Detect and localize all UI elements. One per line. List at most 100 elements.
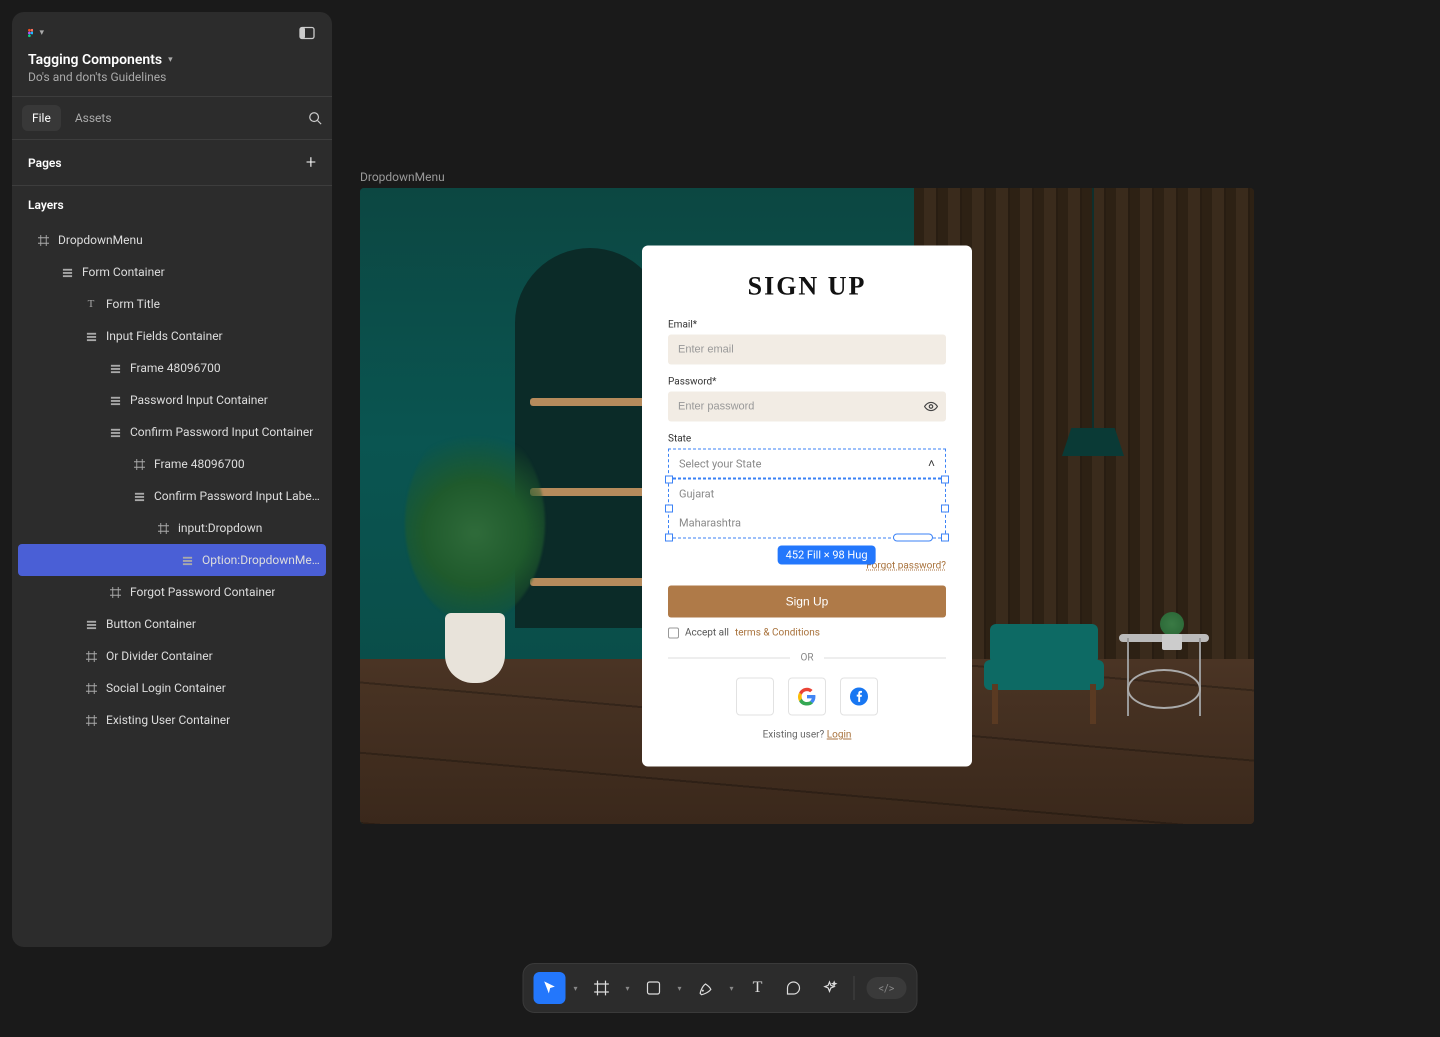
canvas-area[interactable]: DropdownMenu SIGN UP Email* Password* St…: [360, 170, 1400, 824]
comment-tool[interactable]: [778, 972, 810, 1004]
pen-tool[interactable]: [690, 972, 722, 1004]
frame-tool[interactable]: [586, 972, 618, 1004]
email-input[interactable]: [668, 335, 946, 365]
google-login-button[interactable]: [788, 678, 826, 716]
layer-item[interactable]: Frame 48096700: [12, 352, 332, 384]
selection-handle[interactable]: [665, 476, 673, 484]
pages-heading[interactable]: Pages: [28, 156, 62, 170]
selection-handle[interactable]: [941, 534, 949, 542]
autolayout-icon: [132, 491, 146, 502]
tab-assets[interactable]: Assets: [65, 105, 122, 131]
layer-label: Form Title: [106, 297, 160, 311]
selection-handle[interactable]: [665, 534, 673, 542]
layer-item[interactable]: Button Container: [12, 608, 332, 640]
layer-item[interactable]: Forgot Password Container: [12, 576, 332, 608]
layer-label: Option:DropdownMenu: [202, 553, 320, 567]
email-label: Email*: [668, 320, 946, 331]
password-input[interactable]: [668, 392, 946, 422]
frame-icon: [156, 523, 170, 534]
frame-label[interactable]: DropdownMenu: [360, 170, 1400, 184]
move-tool[interactable]: [534, 972, 566, 1004]
signup-form: SIGN UP Email* Password* State Select yo…: [642, 246, 972, 767]
frame-icon: [84, 651, 98, 662]
sparkle-icon: [822, 980, 838, 996]
dropdown-placeholder: Select your State: [679, 457, 761, 470]
layer-item[interactable]: Confirm Password Input Labe...: [12, 480, 332, 512]
form-title: SIGN UP: [668, 272, 946, 302]
layer-item[interactable]: Frame 48096700: [12, 448, 332, 480]
rectangle-icon: [646, 980, 662, 996]
layer-label: DropdownMenu: [58, 233, 143, 247]
selection-handle[interactable]: [941, 505, 949, 513]
password-label: Password*: [668, 377, 946, 388]
layer-item[interactable]: Form Container: [12, 256, 332, 288]
layer-label: Frame 48096700: [154, 457, 245, 471]
state-dropdown[interactable]: Select your State ˄ Gujarat Maharashtra …: [668, 449, 946, 539]
cursor-icon: [542, 980, 558, 996]
layer-label: Confirm Password Input Container: [130, 425, 313, 439]
signup-button[interactable]: Sign Up: [668, 586, 946, 618]
add-page-button[interactable]: +: [306, 152, 316, 173]
actions-tool[interactable]: [814, 972, 846, 1004]
frame-icon: [132, 459, 146, 470]
autolayout-icon: [84, 331, 98, 342]
autolayout-icon: [108, 395, 122, 406]
autolayout-icon: [108, 427, 122, 438]
layer-label: Or Divider Container: [106, 649, 213, 663]
layers-heading: Layers: [12, 186, 332, 224]
frame-icon: [84, 683, 98, 694]
layer-item[interactable]: Social Login Container: [12, 672, 332, 704]
selection-handle[interactable]: [941, 476, 949, 484]
dropdown-option[interactable]: Gujarat: [669, 480, 945, 509]
login-link[interactable]: Login: [827, 730, 852, 741]
selection-handle[interactable]: [665, 505, 673, 513]
layer-item[interactable]: Option:DropdownMenu: [18, 544, 326, 576]
layer-label: Social Login Container: [106, 681, 226, 695]
layer-item[interactable]: Input Fields Container: [12, 320, 332, 352]
accept-checkbox[interactable]: [668, 628, 679, 639]
frame-icon: [84, 715, 98, 726]
existing-user-text: Existing user?: [763, 730, 827, 741]
autolayout-icon: [84, 619, 98, 630]
project-title[interactable]: Tagging Components: [28, 52, 162, 68]
layer-tree: DropdownMenu Form Container T Form Title Inp…: [12, 224, 332, 947]
dropdown-menu-selected[interactable]: Gujarat Maharashtra 452 Fill × 98 Hug: [668, 479, 946, 539]
search-button[interactable]: [308, 111, 322, 125]
canvas-frame[interactable]: SIGN UP Email* Password* State Select yo…: [360, 188, 1254, 824]
terms-link[interactable]: terms & Conditions: [735, 628, 820, 639]
layer-item[interactable]: DropdownMenu: [12, 224, 332, 256]
layer-label: Frame 48096700: [130, 361, 221, 375]
chevron-down-icon: ▾: [39, 28, 44, 38]
text-icon: T: [84, 298, 98, 310]
layer-item[interactable]: input:Dropdown: [12, 512, 332, 544]
selection-pill-handle[interactable]: [893, 534, 933, 542]
apple-login-button[interactable]: [736, 678, 774, 716]
state-label: State: [668, 434, 946, 445]
tab-file[interactable]: File: [22, 105, 61, 131]
text-icon: T: [753, 979, 763, 997]
figma-menu[interactable]: ▾: [28, 25, 44, 41]
text-tool[interactable]: T: [742, 972, 774, 1004]
bottom-toolbar: ▾ ▾ ▾ ▾ T </>: [523, 963, 918, 1013]
selection-size-badge: 452 Fill × 98 Hug: [778, 546, 876, 565]
frame-tool-chevron[interactable]: ▾: [622, 984, 634, 993]
move-tool-chevron[interactable]: ▾: [570, 984, 582, 993]
pen-tool-chevron[interactable]: ▾: [726, 984, 738, 993]
layer-item[interactable]: Or Divider Container: [12, 640, 332, 672]
layer-item[interactable]: Password Input Container: [12, 384, 332, 416]
code-icon: </>: [879, 982, 895, 995]
layer-label: Confirm Password Input Labe...: [154, 489, 320, 503]
chevron-down-icon[interactable]: ▾: [168, 55, 173, 65]
dev-mode-toggle[interactable]: </>: [867, 977, 907, 999]
facebook-icon: [850, 688, 868, 706]
facebook-login-button[interactable]: [840, 678, 878, 716]
shape-tool-chevron[interactable]: ▾: [674, 984, 686, 993]
eye-icon[interactable]: [924, 400, 938, 417]
layer-label: Button Container: [106, 617, 196, 631]
layer-item[interactable]: Existing User Container: [12, 704, 332, 736]
layer-item[interactable]: T Form Title: [12, 288, 332, 320]
layer-item[interactable]: Confirm Password Input Container: [12, 416, 332, 448]
panel-toggle-button[interactable]: [298, 24, 316, 42]
search-icon: [308, 111, 322, 125]
shape-tool[interactable]: [638, 972, 670, 1004]
